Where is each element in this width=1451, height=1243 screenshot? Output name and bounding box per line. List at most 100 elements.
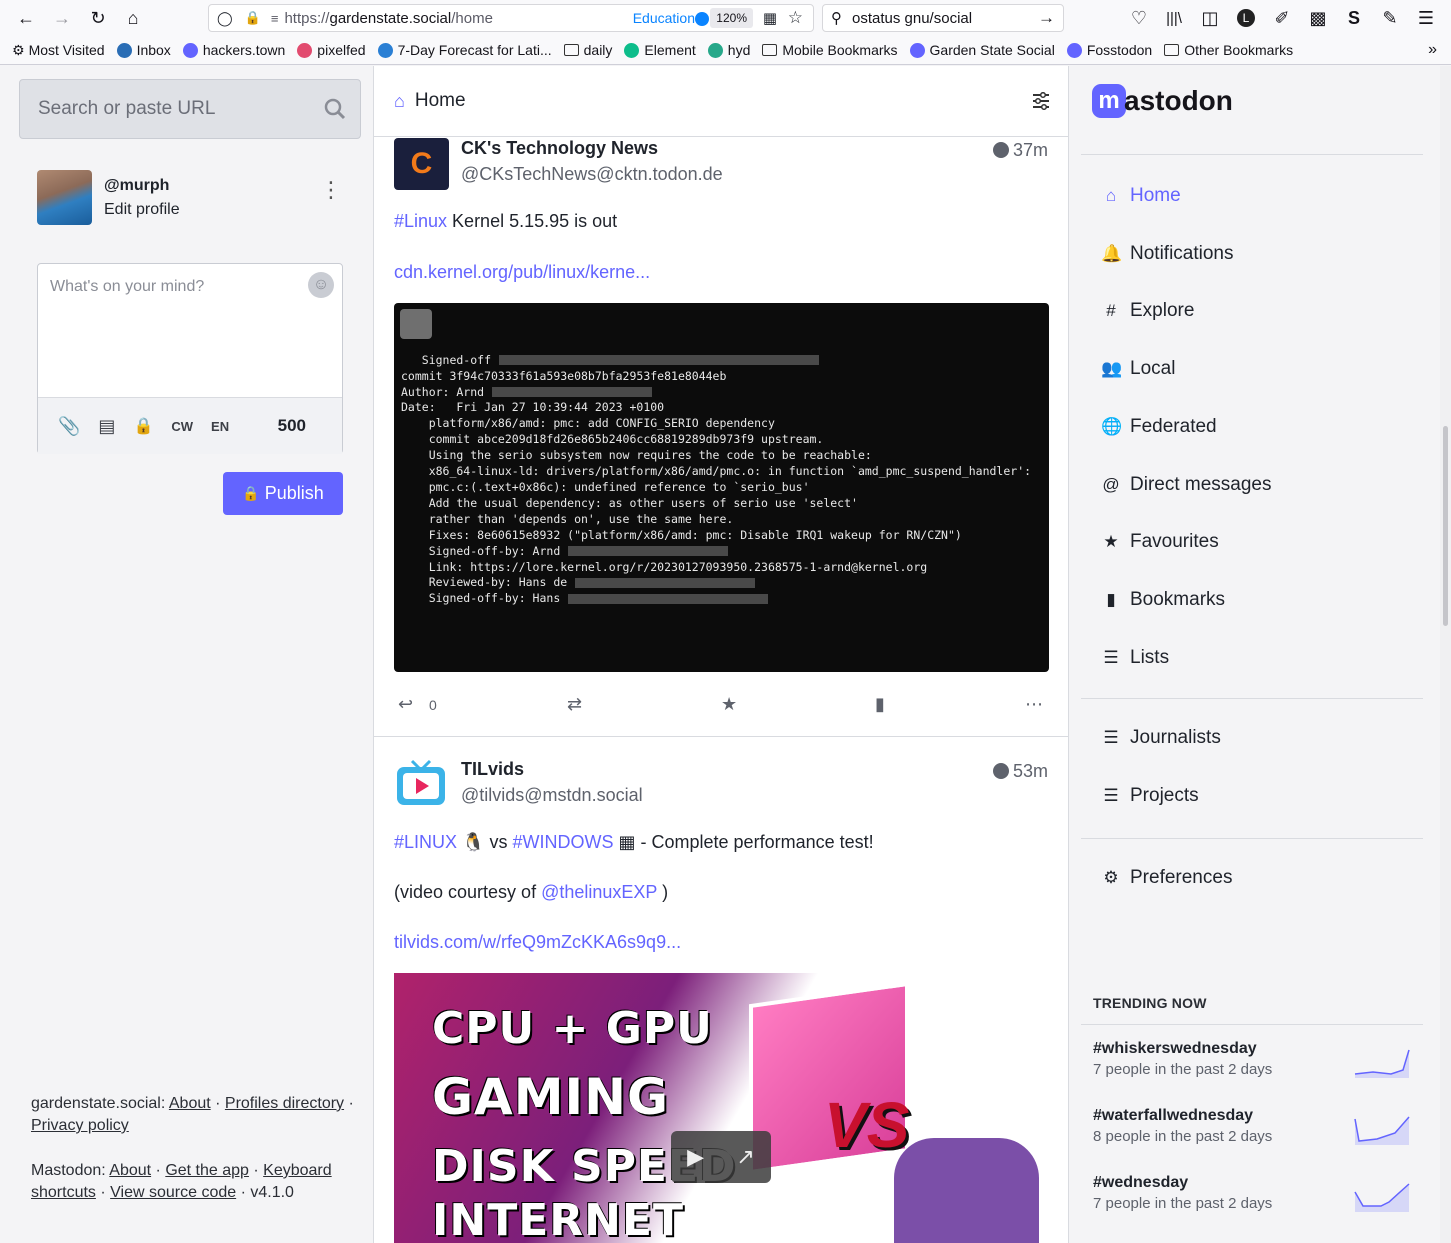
nav-home[interactable]: ⌂ Home bbox=[1101, 185, 1181, 207]
post-link[interactable]: tilvids.com/w/rfeQ9mZcKKA6s9q9... bbox=[394, 932, 681, 952]
bookmark-item[interactable]: hyd bbox=[707, 42, 750, 58]
lock-icon[interactable]: 🔒 bbox=[245, 10, 261, 26]
zoom-level[interactable]: 120% bbox=[710, 8, 753, 28]
bookmark-item[interactable]: 7-Day Forecast for Lati... bbox=[377, 42, 552, 58]
bookmark-item[interactable]: Fosstodon bbox=[1066, 42, 1152, 58]
forward-icon[interactable]: → bbox=[48, 4, 76, 32]
post-account[interactable]: @CKsTechNews@cktn.todon.de bbox=[461, 164, 723, 185]
bookmark-item[interactable]: Garden State Social bbox=[909, 42, 1055, 58]
post-display-name[interactable]: CK's Technology News bbox=[461, 138, 658, 159]
library-icon[interactable]: |||\ bbox=[1160, 4, 1188, 32]
search-input[interactable]: Search or paste URL bbox=[19, 79, 361, 139]
post-timestamp[interactable]: 53m bbox=[992, 761, 1048, 782]
trend-item[interactable]: #waterfallwednesday 8 people in the past … bbox=[1093, 1107, 1423, 1145]
video-controls[interactable]: ▶ ↗ bbox=[671, 1131, 771, 1183]
compose-textarea[interactable]: What's on your mind? ☺ bbox=[38, 264, 342, 397]
nav-direct-messages[interactable]: @ Direct messages bbox=[1101, 474, 1271, 496]
status-post[interactable]: C CK's Technology News @CKsTechNews@cktn… bbox=[374, 137, 1068, 737]
content-warning-button[interactable]: CW bbox=[171, 419, 193, 434]
post-link[interactable]: cdn.kernel.org/pub/linux/kerne... bbox=[394, 262, 650, 282]
home-icon[interactable]: ⌂ bbox=[119, 4, 147, 32]
bookmark-item[interactable]: hackers.town bbox=[182, 42, 285, 58]
list-link[interactable]: ☰ Projects bbox=[1101, 785, 1198, 807]
open-external-icon[interactable]: ↗ bbox=[736, 1144, 754, 1170]
privacy-lock-icon[interactable]: 🔒 bbox=[133, 416, 153, 436]
boost-icon[interactable]: ⇄ bbox=[567, 694, 582, 715]
bookmark-item[interactable]: Element bbox=[624, 42, 696, 58]
post-account[interactable]: @tilvids@mstdn.social bbox=[461, 785, 643, 806]
nav-favourites[interactable]: ★ Favourites bbox=[1101, 531, 1218, 553]
column-title[interactable]: Home bbox=[415, 90, 466, 112]
bookmark-item[interactable]: Other Bookmarks bbox=[1164, 42, 1293, 58]
avatar[interactable] bbox=[37, 170, 92, 225]
search-bar[interactable]: ⚲ ostatus gnu/social → bbox=[822, 4, 1064, 32]
nav-lists[interactable]: ☰ Lists bbox=[1101, 647, 1169, 669]
post-avatar[interactable]: C bbox=[394, 138, 449, 190]
bookmark-item[interactable]: daily bbox=[563, 42, 612, 58]
shield-icon[interactable]: ◯ bbox=[217, 10, 233, 27]
extension-s-icon[interactable]: S bbox=[1340, 4, 1368, 32]
profile-card[interactable]: @murph Edit profile bbox=[37, 170, 180, 225]
emoji-picker-icon[interactable]: ☺ bbox=[308, 272, 334, 298]
post-avatar[interactable] bbox=[394, 759, 449, 811]
bookmark-item[interactable]: pixelfed bbox=[297, 42, 366, 58]
url-bar[interactable]: ◯ 🔒 ≡ https://gardenstate.social/home Ed… bbox=[208, 4, 814, 32]
poll-icon[interactable]: ▤ bbox=[98, 416, 115, 437]
pocket-icon[interactable]: ♡ bbox=[1125, 4, 1153, 32]
list-link[interactable]: ☰ Journalists bbox=[1101, 727, 1220, 749]
view-source-link[interactable]: View source code bbox=[110, 1184, 236, 1201]
extension-brush-icon[interactable]: ✐ bbox=[1268, 4, 1296, 32]
extensions-icon[interactable]: ✎ bbox=[1376, 4, 1404, 32]
trend-item[interactable]: #whiskerswednesday 7 people in the past 2… bbox=[1093, 1040, 1423, 1078]
nav-notifications[interactable]: 🔔 Notifications bbox=[1101, 243, 1234, 265]
bookmark-item[interactable]: Mobile Bookmarks bbox=[762, 42, 898, 58]
get-app-link[interactable]: Get the app bbox=[165, 1162, 249, 1179]
hashtag-link[interactable]: #WINDOWS bbox=[512, 832, 613, 852]
publish-button[interactable]: 🔒 Publish bbox=[223, 472, 343, 515]
post-media-image[interactable]: Signed-off commit 3f94c70333f61a593e08b7b… bbox=[394, 303, 1049, 672]
status-post[interactable]: TILvids @tilvids@mstdn.social 53m #LINUX… bbox=[374, 737, 1068, 1243]
mastodon-about-link[interactable]: About bbox=[109, 1162, 151, 1179]
post-display-name[interactable]: TILvids bbox=[461, 759, 524, 780]
mastodon-logo[interactable]: m astodon bbox=[1092, 84, 1233, 118]
reload-icon[interactable]: ↻ bbox=[84, 4, 112, 32]
nav-bookmarks[interactable]: ▮ Bookmarks bbox=[1101, 589, 1225, 611]
bookmark-item[interactable]: Inbox bbox=[116, 42, 171, 58]
play-icon[interactable]: ▶ bbox=[687, 1144, 704, 1170]
nav-explore[interactable]: # Explore bbox=[1101, 300, 1194, 322]
nav-preferences[interactable]: ⚙ Preferences bbox=[1101, 867, 1232, 889]
permissions-icon[interactable]: ≡ bbox=[271, 11, 279, 26]
mention-link[interactable]: @thelinuxEXP bbox=[541, 882, 657, 902]
favourite-icon[interactable]: ★ bbox=[721, 694, 737, 715]
extension-grid-icon[interactable]: ▩ bbox=[1304, 4, 1332, 32]
profiles-directory-link[interactable]: Profiles directory bbox=[225, 1095, 344, 1112]
trend-item[interactable]: #wednesday 7 people in the past 2 days bbox=[1093, 1174, 1423, 1212]
scrollbar-thumb[interactable] bbox=[1443, 426, 1448, 626]
privacy-policy-link[interactable]: Privacy policy bbox=[31, 1117, 129, 1134]
qr-icon[interactable]: ▦ bbox=[763, 9, 777, 27]
more-icon[interactable]: ⋯ bbox=[1025, 694, 1043, 715]
sidebar-icon[interactable]: ◫ bbox=[1196, 4, 1224, 32]
edit-profile-link[interactable]: Edit profile bbox=[104, 198, 180, 222]
bookmark-icon[interactable]: ▮ bbox=[875, 694, 885, 715]
more-options-icon[interactable]: ⋮ bbox=[320, 179, 342, 201]
column-settings-icon[interactable] bbox=[1032, 92, 1050, 110]
nav-local[interactable]: 👥 Local bbox=[1101, 358, 1175, 380]
language-button[interactable]: EN bbox=[211, 419, 229, 434]
about-link[interactable]: About bbox=[169, 1095, 211, 1112]
reply-icon[interactable]: ↩ bbox=[398, 694, 413, 715]
profile-handle[interactable]: @murph bbox=[104, 174, 180, 198]
menu-icon[interactable]: ☰ bbox=[1412, 4, 1440, 32]
page-scrollbar[interactable] bbox=[1440, 66, 1451, 1243]
nav-federated[interactable]: 🌐 Federated bbox=[1101, 416, 1217, 438]
extension-l-icon[interactable]: L bbox=[1232, 4, 1260, 32]
go-arrow-icon[interactable]: → bbox=[1038, 8, 1055, 28]
hide-media-icon[interactable] bbox=[400, 309, 432, 339]
hashtag-link[interactable]: #LINUX bbox=[394, 832, 457, 852]
video-thumbnail[interactable]: CPU + GPU GAMING DISK SPEED INTERNET VS … bbox=[394, 973, 1049, 1243]
back-icon[interactable]: ← bbox=[12, 4, 40, 32]
bookmark-item[interactable]: ⚙ Most Visited bbox=[12, 42, 105, 59]
star-bookmark-icon[interactable]: ☆ bbox=[788, 8, 803, 28]
attach-icon[interactable]: 📎 bbox=[58, 416, 80, 437]
hashtag-link[interactable]: #Linux bbox=[394, 211, 447, 231]
